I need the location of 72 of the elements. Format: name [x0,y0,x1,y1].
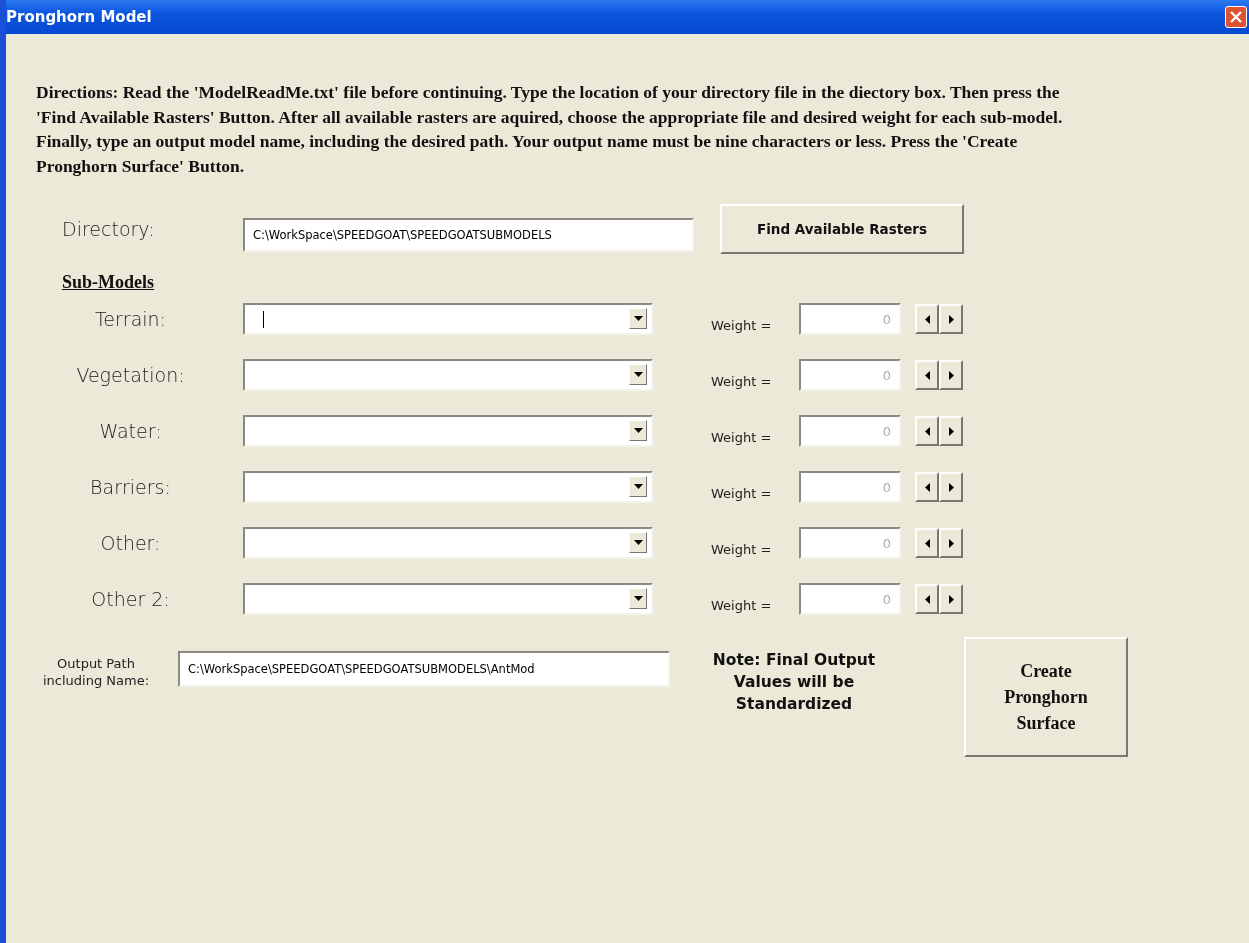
directory-field[interactable]: C:\WorkSpace\SPEEDGOAT\SPEEDGOATSUBMODELS [243,218,694,252]
decrease-button[interactable] [915,416,939,446]
field-label: Terrain: [93,308,168,330]
left-arrow-icon [924,594,930,604]
decrease-button[interactable] [915,584,939,614]
field-label: Barriers: [89,476,172,498]
left-arrow-icon [924,426,930,436]
dropdown-arrow-icon [633,372,643,377]
weight-field[interactable]: 0 [799,527,901,559]
increase-button[interactable] [939,584,963,614]
increase-button[interactable] [939,416,963,446]
right-arrow-icon [948,370,954,380]
dropdown-field[interactable] [243,415,653,447]
right-arrow-icon [948,538,954,548]
left-arrow-icon [924,370,930,380]
field-label: Weight = [711,429,773,445]
window-title: Pronghorn Model [6,8,152,26]
dropdown-button[interactable] [629,308,647,329]
weight-field[interactable]: 0 [799,359,901,391]
weight-field[interactable]: 0 [799,303,901,335]
close-icon [1228,9,1244,25]
weight-field[interactable]: 0 [799,415,901,447]
dropdown-button[interactable] [629,588,647,609]
dropdown-field[interactable] [243,527,653,559]
dropdown-field[interactable] [243,359,653,391]
right-arrow-icon [948,314,954,324]
decrease-button[interactable] [915,472,939,502]
decrease-button[interactable] [915,304,939,334]
field-label: Weight = [711,373,773,389]
field-label: Weight = [711,597,773,613]
field-label: Other 2: [90,588,171,610]
left-arrow-icon [924,482,930,492]
dropdown-field[interactable] [243,303,653,335]
dropdown-arrow-icon [633,596,643,601]
field-label: Water: [98,420,163,442]
dropdown-arrow-icon [633,316,643,321]
decrease-button[interactable] [915,528,939,558]
left-arrow-icon [924,314,930,324]
field-label: Directory: [61,218,156,240]
dropdown-button[interactable] [629,364,647,385]
field-label: Other: [99,532,162,554]
increase-button[interactable] [939,528,963,558]
output-path-field[interactable]: C:\WorkSpace\SPEEDGOAT\SPEEDGOATSUBMODELS\AntMod [178,651,670,687]
left-arrow-icon [924,538,930,548]
close-button[interactable] [1225,6,1247,28]
dropdown-field[interactable] [243,471,653,503]
field-label: Vegetation: [75,364,186,386]
increase-button[interactable] [939,472,963,502]
dropdown-field[interactable] [243,583,653,615]
right-arrow-icon [948,482,954,492]
dropdown-arrow-icon [633,428,643,433]
dropdown-button[interactable] [629,476,647,497]
note-text: Note: Final Output Values will be Standardized [711,650,877,715]
weight-field[interactable]: 0 [799,583,901,615]
decrease-button[interactable] [915,360,939,390]
field-label: Weight = [711,541,773,557]
dropdown-arrow-icon [633,484,643,489]
directions-text: Directions: Read the 'ModelReadMe.txt' file before continuing. Type the location of your directory file in the diectory box. Then press the 'Find Available Rasters' Button. After all available rasters are aquired, choose the appropriate file and desired weight for each sub-model. Finally, type an output model name, including the desired path. Your output name must be nine characters or less. Press the 'Create Pronghorn Surface' Button. [36,81,1064,178]
field-label: Weight = [711,317,773,333]
right-arrow-icon [948,426,954,436]
field-label: Output Path including Name: [41,655,151,689]
field-label: Weight = [711,485,773,501]
create-surface-button[interactable]: Create Pronghorn Surface [964,637,1128,757]
increase-button[interactable] [939,360,963,390]
dropdown-arrow-icon [633,540,643,545]
right-arrow-icon [948,594,954,604]
weight-field[interactable]: 0 [799,471,901,503]
dropdown-button[interactable] [629,420,647,441]
increase-button[interactable] [939,304,963,334]
find-rasters-button[interactable]: Find Available Rasters [720,204,964,254]
section-heading: Sub-Models [62,272,155,293]
dropdown-button[interactable] [629,532,647,553]
